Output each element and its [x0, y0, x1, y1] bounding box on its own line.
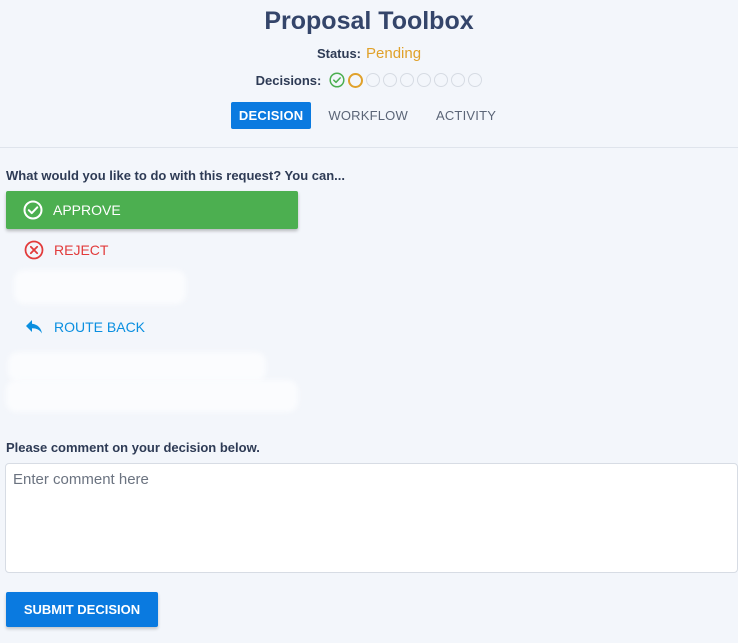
decision-pending-icon: [451, 73, 466, 87]
tab-bar: DECISION WORKFLOW ACTIVITY: [0, 102, 738, 129]
divider: [0, 147, 738, 148]
tab-activity[interactable]: ACTIVITY: [425, 102, 507, 129]
reject-label: REJECT: [54, 242, 109, 258]
decision-pending-icon: [434, 73, 449, 87]
decision-progress: [329, 72, 483, 88]
decision-current-icon: [348, 72, 364, 88]
status-row: Status: Pending: [0, 44, 738, 63]
reject-button[interactable]: REJECT: [24, 240, 108, 260]
submit-decision-button[interactable]: SUBMIT DECISION: [6, 592, 158, 627]
decisions-label: Decisions:: [255, 72, 322, 88]
page-title: Proposal Toolbox: [264, 7, 474, 35]
tab-workflow[interactable]: WORKFLOW: [317, 102, 419, 129]
x-circle-icon: [24, 240, 44, 260]
blurred-option: [6, 380, 298, 412]
comment-label: Please comment on your decision below.: [6, 440, 260, 455]
route-back-button[interactable]: ROUTE BACK: [24, 318, 145, 336]
decision-pending-icon: [383, 73, 398, 87]
approve-button[interactable]: APPROVE: [6, 191, 298, 229]
decision-pending-icon: [366, 73, 381, 87]
tab-decision[interactable]: DECISION: [230, 102, 312, 129]
decision-question: What would you like to do with this requ…: [6, 168, 345, 183]
status-label: Status:: [316, 46, 361, 61]
decisions-row: Decisions:: [0, 72, 738, 88]
route-back-label: ROUTE BACK: [54, 319, 146, 335]
blurred-option: [14, 270, 186, 304]
comment-input[interactable]: [5, 463, 738, 573]
check-circle-icon: [23, 200, 43, 220]
reply-arrow-icon: [24, 318, 44, 336]
decision-pending-icon: [468, 73, 483, 87]
decision-pending-icon: [400, 73, 415, 87]
header: Proposal Toolbox Status: Pending Decision…: [0, 0, 738, 129]
blurred-option: [8, 352, 266, 382]
decision-done-icon: [329, 72, 345, 88]
decision-pending-icon: [417, 73, 432, 87]
status-value: Pending: [366, 45, 422, 62]
approve-label: APPROVE: [53, 202, 121, 218]
